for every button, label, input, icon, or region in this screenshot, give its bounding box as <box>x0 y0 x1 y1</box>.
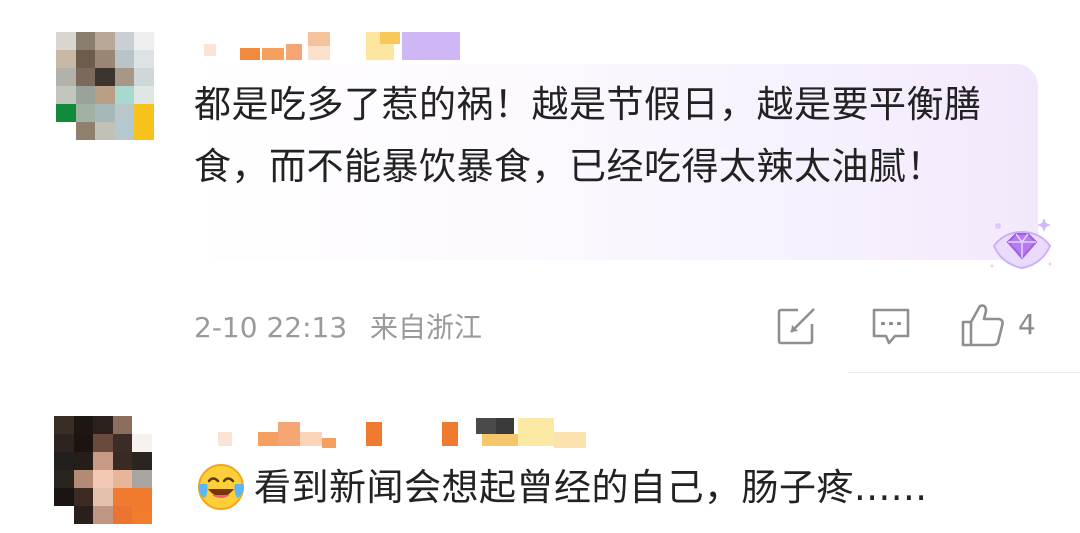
comment-date: 2-10 22:13 <box>194 311 348 344</box>
username[interactable] <box>204 32 464 60</box>
comment-location: 来自浙江 <box>370 311 483 344</box>
avatar[interactable] <box>54 416 152 524</box>
username[interactable] <box>218 418 598 448</box>
comment-icon[interactable] <box>870 306 912 346</box>
comment-thread: 都是吃多了惹的祸！越是节假日，越是要平衡膳食，而不能暴饮暴食，已经吃得太辣太油腻… <box>0 0 1080 533</box>
thumbs-up-icon <box>961 304 1004 347</box>
divider <box>848 372 1080 373</box>
comment-text: 都是吃多了惹的祸！越是节假日，越是要平衡膳食，而不能暴饮暴食，已经吃得太辣太油腻… <box>194 83 982 188</box>
diamond-badge-icon <box>990 218 1052 270</box>
like-button[interactable]: 4 <box>960 302 1042 348</box>
comment-meta: 2-10 22:13 来自浙江 <box>194 306 496 346</box>
like-count: 4 <box>1018 308 1036 341</box>
repost-icon[interactable] <box>776 306 818 346</box>
laugh-cry-emoji-icon <box>198 464 244 510</box>
avatar[interactable] <box>56 32 154 140</box>
comment-text: 看到新闻会想起曾经的自己，肠子疼...... <box>254 466 928 509</box>
